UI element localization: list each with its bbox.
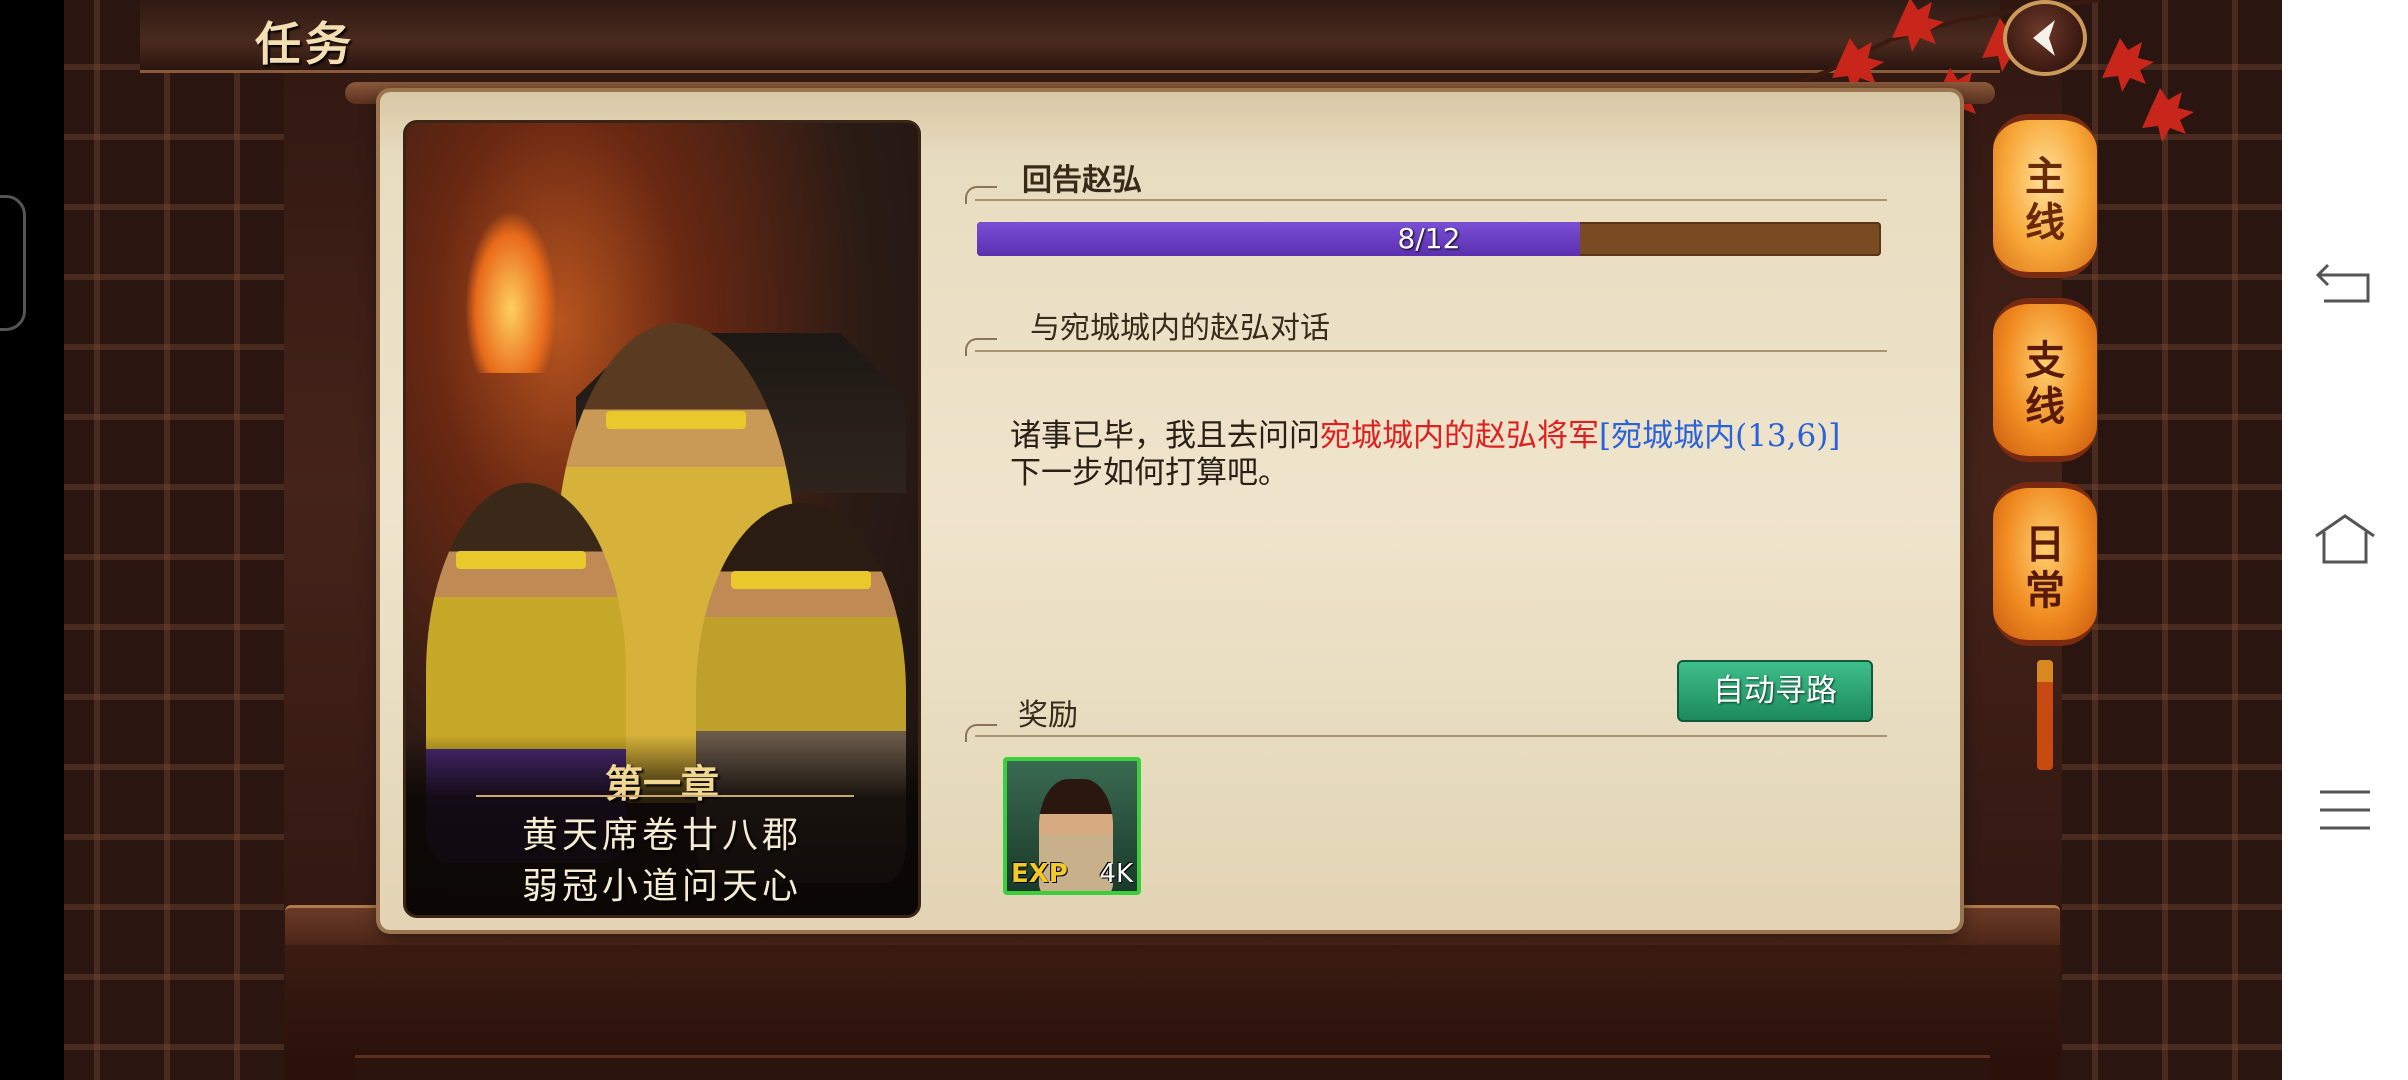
back-button[interactable] bbox=[2003, 0, 2087, 76]
desc-location-link[interactable]: [宛城城内(13,6)] bbox=[1599, 418, 1840, 454]
home-icon[interactable] bbox=[2312, 510, 2378, 570]
chapter-label: 第一章 bbox=[604, 761, 719, 806]
tab-label-1: 支 bbox=[2025, 337, 2065, 384]
divider-line bbox=[975, 199, 1887, 201]
desc-text: 诸事已毕，我且去问问 bbox=[1010, 418, 1320, 454]
reward-type-label: EXP bbox=[1011, 859, 1068, 889]
desc-text: 下一步如何打算吧。 bbox=[1010, 455, 1289, 491]
table-leg-left bbox=[285, 1055, 355, 1080]
section-ornament bbox=[965, 338, 997, 356]
tab-main-quest[interactable]: 主 线 bbox=[1993, 114, 2097, 278]
auto-pathfind-button[interactable]: 自动寻路 bbox=[1677, 660, 1873, 722]
chapter-title-line1: 黄天席卷廿八郡 bbox=[521, 815, 802, 856]
tab-side-quest[interactable]: 支 线 bbox=[1993, 298, 2097, 462]
page-title: 任务 bbox=[255, 17, 355, 71]
tab-daily-quest[interactable]: 日 常 bbox=[1993, 482, 2097, 646]
reward-heading: 奖励 bbox=[1018, 698, 1078, 733]
quest-name: 回告赵弘 bbox=[1022, 163, 1142, 198]
reward-item-exp[interactable]: EXP 4K bbox=[1003, 757, 1141, 895]
chapter-title-line2: 弱冠小道问天心 bbox=[521, 866, 802, 907]
lattice-window-left bbox=[64, 0, 284, 1080]
quest-objective: 与宛城城内的赵弘对话 bbox=[1030, 311, 1330, 346]
system-navigation-bar bbox=[2282, 0, 2408, 1080]
edge-handle[interactable] bbox=[0, 195, 26, 331]
progress-text: 8/12 bbox=[1397, 222, 1461, 255]
back-icon[interactable] bbox=[2312, 255, 2378, 315]
desc-npc-highlight: 宛城城内的赵弘将军 bbox=[1320, 418, 1599, 454]
section-ornament bbox=[965, 724, 997, 742]
tab-label-1: 日 bbox=[2025, 521, 2065, 568]
chevron-left-icon bbox=[2033, 20, 2055, 56]
lantern-tassel bbox=[2037, 660, 2053, 770]
reward-amount: 4K bbox=[1099, 859, 1133, 889]
tab-label-2: 常 bbox=[2025, 567, 2065, 614]
tab-label-1: 主 bbox=[2025, 153, 2065, 200]
divider-line bbox=[975, 350, 1887, 352]
chapter-artwork: 第一章 黄天席卷廿八郡 弱冠小道问天心 bbox=[403, 120, 921, 918]
divider-line bbox=[975, 735, 1887, 737]
table-leg-right bbox=[1990, 1055, 2060, 1080]
chapter-divider bbox=[476, 795, 854, 797]
quest-progress-bar: 8/12 bbox=[977, 222, 1881, 256]
flame-talisman bbox=[466, 213, 556, 373]
tab-label-2: 线 bbox=[2025, 199, 2065, 246]
tab-label-2: 线 bbox=[2025, 383, 2065, 430]
quest-description: 诸事已毕，我且去问问宛城城内的赵弘将军[宛城城内(13,6)] 下一步如何打算吧。 bbox=[1010, 418, 1870, 492]
menu-icon[interactable] bbox=[2312, 780, 2378, 840]
left-screen-edge bbox=[0, 0, 64, 1080]
table-front bbox=[285, 945, 2060, 1058]
section-ornament bbox=[965, 186, 997, 204]
